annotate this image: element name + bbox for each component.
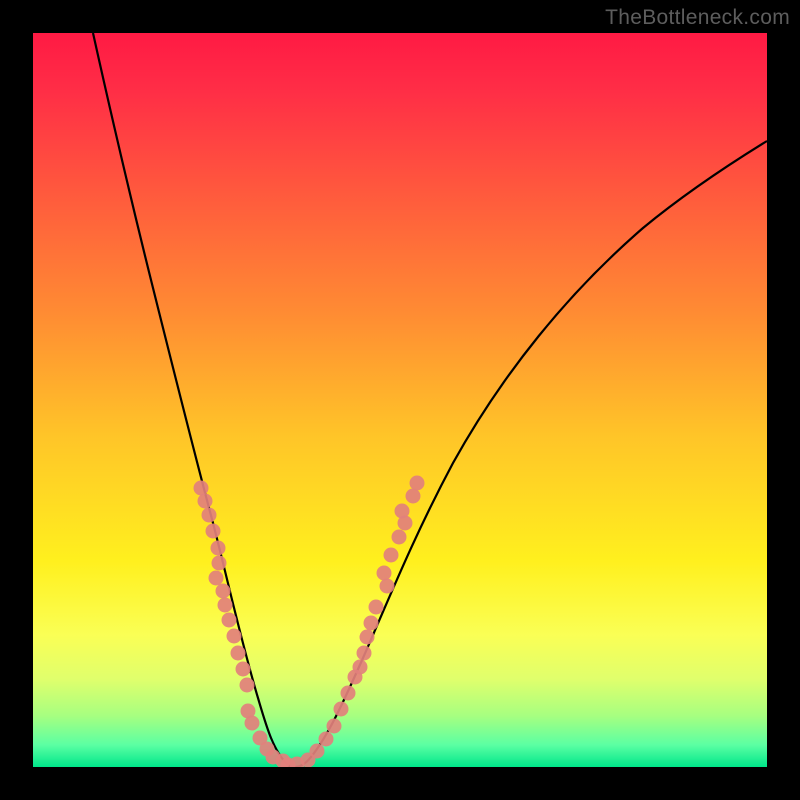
marker-dot [406,489,421,504]
marker-dot [364,616,379,631]
marker-dot [202,508,217,523]
plot-area [33,33,767,767]
chart-frame: TheBottleneck.com [0,0,800,800]
watermark-text: TheBottleneck.com [605,6,790,30]
marker-dot [341,686,356,701]
marker-dot [206,524,221,539]
marker-dot [310,744,325,759]
marker-dot [212,556,227,571]
marker-dot [211,541,226,556]
marker-dot [216,584,231,599]
marker-dot [392,530,407,545]
marker-dot [395,504,410,519]
marker-dot [227,629,242,644]
marker-dot [384,548,399,563]
marker-dot [357,646,372,661]
marker-dot [198,494,213,509]
marker-dot [377,566,392,581]
marker-dot [245,716,260,731]
bottleneck-curve [93,33,767,767]
marker-dot [209,571,224,586]
marker-group [194,476,425,768]
marker-dot [334,702,349,717]
marker-dot [410,476,425,491]
marker-dot [240,678,255,693]
marker-dot [380,579,395,594]
curve-layer [33,33,767,767]
marker-dot [360,630,375,645]
marker-dot [231,646,246,661]
marker-dot [327,719,342,734]
marker-dot [218,598,233,613]
marker-dot [222,613,237,628]
marker-dot [194,481,209,496]
marker-dot [319,732,334,747]
marker-dot [353,660,368,675]
marker-dot [369,600,384,615]
marker-dot [236,662,251,677]
